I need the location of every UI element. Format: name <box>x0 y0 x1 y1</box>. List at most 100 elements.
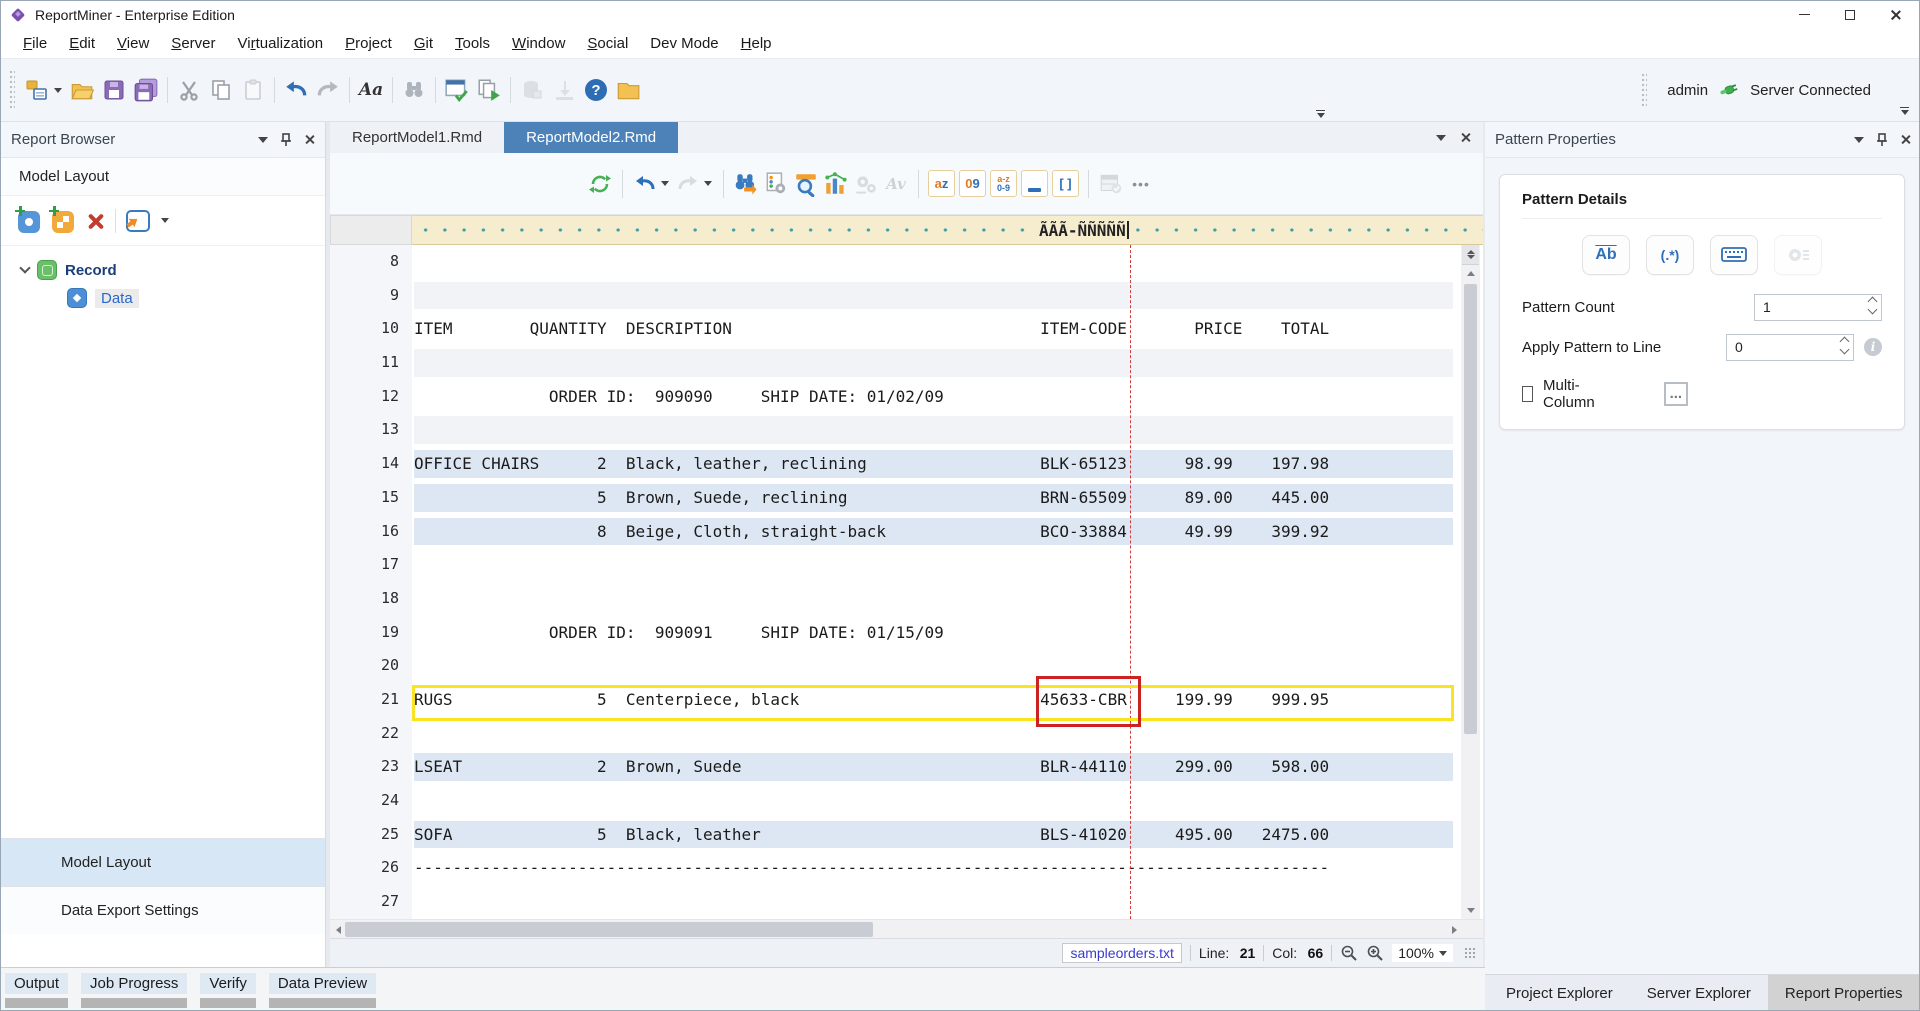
undo-icon[interactable] <box>280 74 312 106</box>
tab-output[interactable]: Output <box>5 973 68 1011</box>
whitespace-pattern-icon[interactable] <box>1021 170 1048 197</box>
zoom-out-icon[interactable] <box>1340 944 1358 962</box>
menu-social[interactable]: Social <box>576 31 639 56</box>
menu-edit[interactable]: Edit <box>58 31 106 56</box>
horizontal-scroll-thumb[interactable] <box>345 922 873 937</box>
toolbar-overflow-right-icon[interactable] <box>1900 107 1909 116</box>
menu-file[interactable]: File <box>12 31 58 56</box>
multi-column-checkbox[interactable] <box>1522 386 1533 402</box>
splitter-handle[interactable] <box>1462 245 1479 265</box>
pattern-ruler[interactable]: ÃÃÃ-ÑÑÑÑÑ <box>330 215 1483 245</box>
line-text[interactable] <box>412 885 1453 919</box>
tab-reportmodel2[interactable]: ReportModel2.Rmd <box>504 122 678 153</box>
nav-model-layout[interactable]: Model Layout <box>1 838 325 886</box>
doc-redo-dropdown-icon[interactable] <box>704 181 712 186</box>
menu-virtualization[interactable]: Virtualization <box>227 31 335 56</box>
tab-list-dropdown-icon[interactable] <box>1436 135 1446 141</box>
panel-close-icon[interactable] <box>1900 134 1911 145</box>
table-verify-icon[interactable] <box>1096 169 1126 199</box>
settings-pattern-button[interactable] <box>1774 235 1822 275</box>
spin-down-icon[interactable] <box>1868 304 1878 314</box>
line-text[interactable] <box>412 784 1453 818</box>
line-text[interactable] <box>412 413 1453 447</box>
new-model-icon[interactable] <box>21 74 53 106</box>
cut-icon[interactable] <box>173 74 205 106</box>
line-text[interactable]: ITEM QUANTITY DESCRIPTION ITEM-CODE PRIC… <box>412 312 1453 346</box>
import-icon[interactable] <box>548 74 580 106</box>
close-button[interactable] <box>1873 1 1919 28</box>
horizontal-scrollbar[interactable] <box>330 919 1483 938</box>
menu-dev-mode[interactable]: Dev Mode <box>639 31 729 56</box>
redo-icon[interactable] <box>312 74 344 106</box>
tab-data-preview-label[interactable]: Data Preview <box>269 973 376 994</box>
menu-server[interactable]: Server <box>160 31 226 56</box>
new-model-dropdown-icon[interactable] <box>54 88 62 93</box>
panel-menu-icon[interactable] <box>258 137 268 143</box>
line-text[interactable] <box>412 582 1453 616</box>
tab-output-label[interactable]: Output <box>5 973 68 994</box>
menu-project[interactable]: Project <box>334 31 403 56</box>
zoom-level-select[interactable]: 100% <box>1392 944 1453 962</box>
multi-column-options-button[interactable]: ... <box>1664 382 1688 406</box>
save-all-icon[interactable] <box>130 74 162 106</box>
line-text[interactable]: ----------------------------------------… <box>412 851 1453 885</box>
brackets-pattern-icon[interactable]: [ ] <box>1052 170 1079 197</box>
keyboard-pattern-button[interactable] <box>1710 235 1758 275</box>
apply-pattern-to-line-input[interactable]: 0 <box>1726 334 1854 361</box>
delete-icon[interactable] <box>85 211 105 231</box>
toolbar-grip-right[interactable] <box>1641 73 1647 107</box>
tab-job-progress[interactable]: Job Progress <box>81 973 187 1011</box>
run-preview-icon[interactable] <box>473 74 505 106</box>
resize-grip-icon[interactable] <box>1465 948 1475 958</box>
open-folder-icon[interactable] <box>66 74 98 106</box>
edit-font-icon[interactable]: Av <box>881 169 911 199</box>
pattern-count-input[interactable]: 1 <box>1754 294 1882 321</box>
toolbar-grip[interactable] <box>9 70 15 110</box>
text-pattern-button[interactable]: Ab <box>1582 235 1630 275</box>
nav-data-export-settings[interactable]: Data Export Settings <box>1 886 325 934</box>
line-text[interactable]: ORDER ID: 909090 SHIP DATE: 01/02/09 <box>412 380 1453 414</box>
pin-icon[interactable] <box>1876 133 1888 147</box>
export-dropdown-icon[interactable] <box>161 218 169 223</box>
line-text[interactable]: OFFICE CHAIRS 2 Black, leather, reclinin… <box>412 447 1453 481</box>
tab-verify[interactable]: Verify <box>200 973 256 1011</box>
ruler-band[interactable]: ÃÃÃ-ÑÑÑÑÑ <box>412 215 1483 245</box>
help-icon[interactable]: ? <box>580 74 612 106</box>
paste-icon[interactable] <box>237 74 269 106</box>
doc-undo-icon[interactable] <box>630 169 660 199</box>
pin-icon[interactable] <box>280 133 292 147</box>
copy-icon[interactable] <box>205 74 237 106</box>
scroll-right-icon[interactable] <box>1446 920 1463 939</box>
find-icon[interactable] <box>398 74 430 106</box>
vertical-scroll-thumb[interactable] <box>1464 284 1477 734</box>
vertical-scrollbar[interactable] <box>1461 245 1480 919</box>
chevron-down-icon[interactable] <box>19 262 30 273</box>
tab-project-explorer[interactable]: Project Explorer <box>1489 975 1630 1011</box>
font-icon[interactable]: Aa <box>355 74 387 106</box>
tab-verify-label[interactable]: Verify <box>200 973 256 994</box>
tab-job-progress-label[interactable]: Job Progress <box>81 973 187 994</box>
zoom-in-icon[interactable] <box>1366 944 1384 962</box>
menu-git[interactable]: Git <box>403 31 444 56</box>
minimize-button[interactable] <box>1781 1 1827 28</box>
tree-node-data[interactable]: Data <box>1 284 325 312</box>
document-content[interactable]: 8 9 10ITEM QUANTITY DESCRIPTION ITEM-COD… <box>330 245 1483 919</box>
menu-view[interactable]: View <box>106 31 160 56</box>
alphanumeric-pattern-icon[interactable]: a-z0-9 <box>990 170 1017 197</box>
toolbar-overflow-icon[interactable] <box>732 110 1909 119</box>
line-text[interactable]: LSEAT 2 Brown, Suede BLR-44110 299.00 59… <box>412 750 1453 784</box>
refresh-icon[interactable] <box>585 169 615 199</box>
scroll-up-icon[interactable] <box>1462 265 1479 282</box>
regex-pattern-button[interactable]: (.*) <box>1646 235 1694 275</box>
line-text[interactable] <box>412 717 1453 751</box>
verify-window-icon[interactable] <box>441 74 473 106</box>
digits-pattern-icon[interactable]: 09 <box>959 170 986 197</box>
tree-node-record[interactable]: Record <box>1 256 325 284</box>
letters-pattern-icon[interactable]: az <box>928 170 955 197</box>
tab-close-icon[interactable] <box>1460 132 1471 143</box>
tab-server-explorer[interactable]: Server Explorer <box>1630 975 1768 1011</box>
doc-undo-dropdown-icon[interactable] <box>661 181 669 186</box>
line-text[interactable]: 5 Brown, Suede, reclining BRN-65509 89.0… <box>412 481 1453 515</box>
recent-folder-icon[interactable] <box>612 74 644 106</box>
record-node-label[interactable]: Record <box>65 262 117 279</box>
